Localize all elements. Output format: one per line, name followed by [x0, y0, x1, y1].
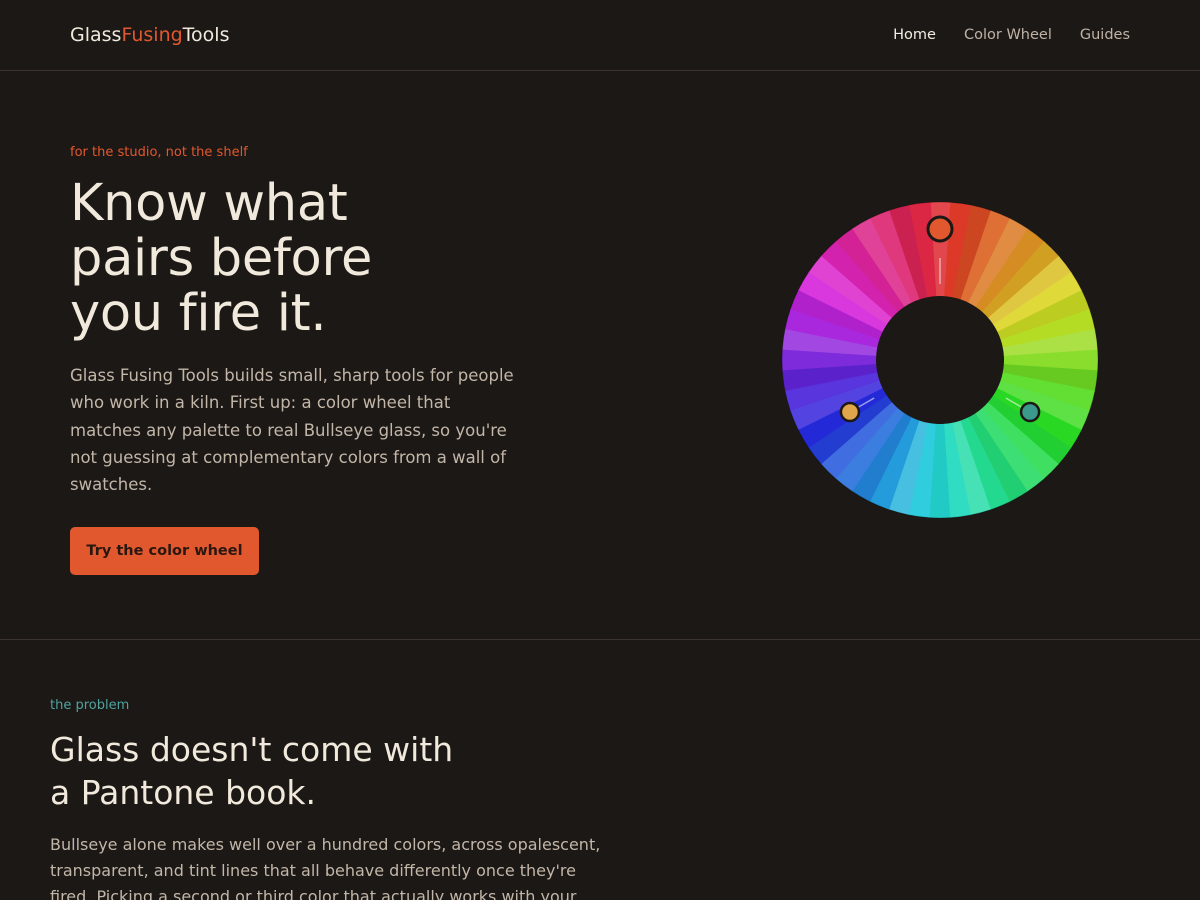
problem-title: Glass doesn't come with a Pantone book. [50, 728, 610, 814]
third-color-marker [839, 401, 861, 423]
hero-eyebrow: for the studio, not the shelf [70, 145, 248, 160]
hero-title-line: pairs before [70, 229, 373, 288]
brand-word-tools: Tools [182, 24, 230, 46]
nav-home[interactable]: Home [893, 25, 936, 45]
main-nav: Home Color Wheel Guides [893, 25, 1130, 45]
problem-title-line: Glass doesn't come with [50, 730, 454, 769]
nav-color-wheel[interactable]: Color Wheel [964, 25, 1052, 45]
brand-word-fusing: Fusing [121, 24, 183, 46]
problem-body: Bullseye alone makes well over a hundred… [50, 835, 601, 900]
hero-section: for the studio, not the shelf Know what … [0, 72, 1200, 639]
hero-title: Know what pairs before you fire it. [70, 176, 530, 341]
hero-description: Glass Fusing Tools builds small, sharp t… [70, 366, 514, 495]
problem-section: the problem Glass doesn't come with a Pa… [0, 640, 1200, 900]
nav-guides[interactable]: Guides [1080, 25, 1130, 45]
color-wheel-graphic [781, 201, 1099, 519]
brand-word-glass: Glass [70, 24, 122, 46]
brand-logo[interactable]: GlassFusingTools [70, 22, 229, 48]
problem-title-line: a Pantone book. [50, 773, 317, 812]
site-header: GlassFusingTools Home Color Wheel Guides [0, 0, 1200, 71]
hero-title-line: you fire it. [70, 284, 327, 343]
try-color-wheel-button[interactable]: Try the color wheel [70, 527, 259, 575]
hero-title-line: Know what [70, 174, 348, 233]
problem-eyebrow: the problem [50, 698, 130, 713]
color-wheel-ring [781, 201, 1099, 519]
second-color-marker [1019, 401, 1041, 423]
color-wheel-illustration [780, 200, 1100, 520]
base-color-marker [926, 215, 954, 243]
